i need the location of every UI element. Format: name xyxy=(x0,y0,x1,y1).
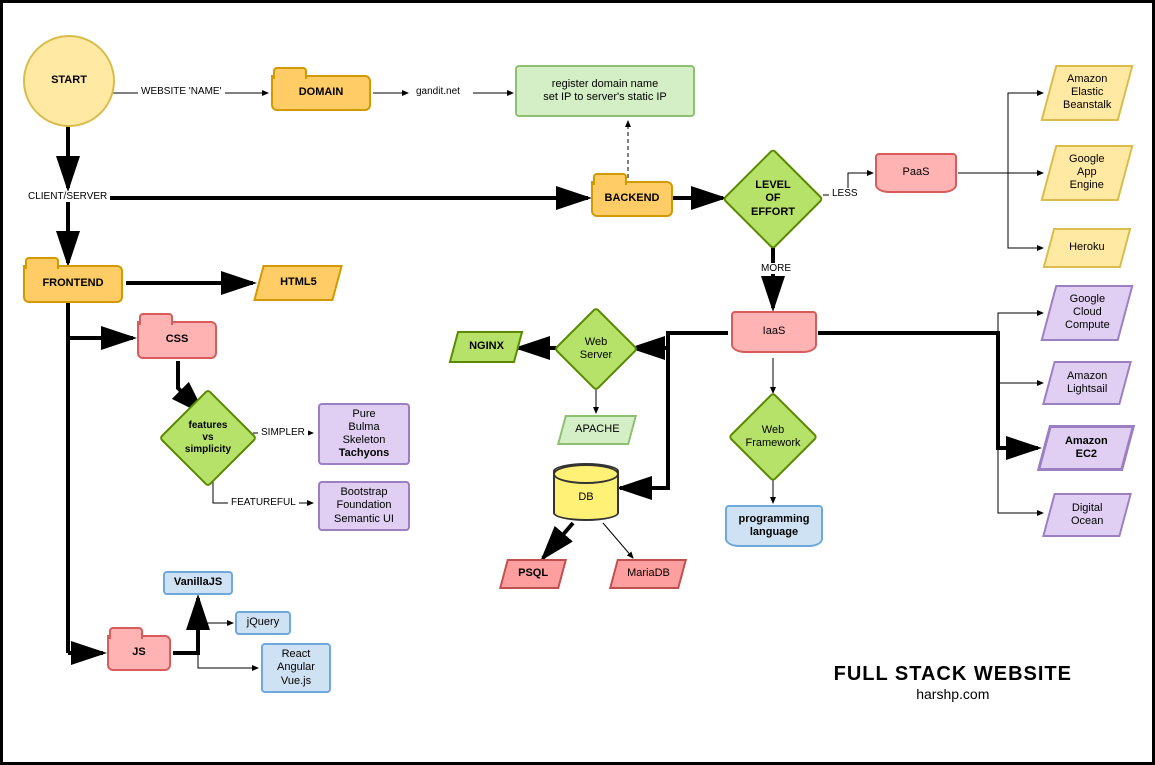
node-js: JS xyxy=(107,635,171,671)
edge-label-client-server: CLIENT/SERVER xyxy=(25,191,110,202)
node-css: CSS xyxy=(137,321,217,359)
node-domain: DOMAIN xyxy=(271,75,371,111)
node-frontend: FRONTEND xyxy=(23,265,123,303)
node-psql: PSQL xyxy=(499,559,567,589)
node-vanillajs: VanillaJS xyxy=(163,571,233,595)
node-webserver: Web Server xyxy=(558,311,634,387)
node-html5: HTML5 xyxy=(253,265,343,301)
diagram-title: FULL STACK WEBSITE harshp.com xyxy=(834,663,1072,702)
node-register: register domain name set IP to server's … xyxy=(515,65,695,117)
node-level: LEVEL OF EFFORT xyxy=(725,151,821,247)
edge-label-more: MORE xyxy=(758,263,794,274)
node-lightsail: Amazon Lightsail xyxy=(1042,361,1132,405)
node-featureful-list: Bootstrap Foundation Semantic UI xyxy=(318,481,410,531)
node-featvs: features vs simplicity xyxy=(163,393,253,483)
node-backend: BACKEND xyxy=(591,181,673,217)
node-proglang: programming language xyxy=(725,505,823,547)
node-jquery: jQuery xyxy=(235,611,291,635)
node-apache: APACHE xyxy=(557,415,637,445)
title-main: FULL STACK WEBSITE xyxy=(834,663,1072,686)
node-mariadb: MariaDB xyxy=(609,559,687,589)
title-sub: harshp.com xyxy=(834,686,1072,702)
node-nginx: NGINX xyxy=(449,331,524,363)
node-simpler-list: Pure Bulma Skeleton Tachyons xyxy=(318,403,410,465)
node-start: START xyxy=(23,35,115,127)
node-iaas: IaaS xyxy=(731,311,817,353)
node-webframework: Web Framework xyxy=(731,395,815,479)
node-ec2: Amazon EC2 xyxy=(1037,425,1135,471)
node-gcc: Google Cloud Compute xyxy=(1040,285,1133,341)
node-docean: Digital Ocean xyxy=(1042,493,1132,537)
diagram-canvas: START DOMAIN gandit.net register domain … xyxy=(0,0,1155,765)
node-paas: PaaS xyxy=(875,153,957,193)
edge-label-simpler: SIMPLER xyxy=(258,427,308,438)
edge-label-less: LESS xyxy=(829,188,861,199)
edge-label-website-name: WEBSITE 'NAME' xyxy=(138,86,225,97)
node-heroku: Heroku xyxy=(1043,228,1132,268)
node-js-frameworks: React Angular Vue.js xyxy=(261,643,331,693)
node-db: DB xyxy=(553,463,619,521)
label-gandit: gandit.net xyxy=(413,86,463,97)
edge-label-featureful: FEATUREFUL xyxy=(228,497,299,508)
node-beanstalk: Amazon Elastic Beanstalk xyxy=(1040,65,1133,121)
node-gae: Google App Engine xyxy=(1040,145,1133,201)
